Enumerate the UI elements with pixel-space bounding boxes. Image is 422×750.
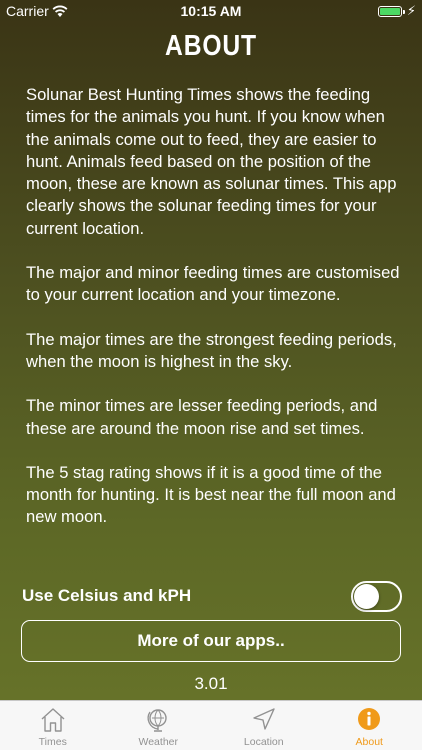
celsius-setting-label: Use Celsius and kPH [22, 586, 192, 605]
page-title: ABOUT [165, 30, 257, 62]
about-paragraph: Solunar Best Hunting Times shows the fee… [26, 85, 397, 238]
tab-about[interactable]: About [317, 701, 422, 750]
celsius-toggle[interactable] [351, 581, 402, 612]
version-label: 3.01 [194, 674, 228, 693]
tab-label: Weather [138, 736, 179, 748]
charging-icon: ⚡ [406, 3, 416, 18]
house-icon [41, 708, 65, 732]
info-icon [358, 708, 381, 730]
tab-times[interactable]: Times [0, 701, 106, 750]
location-arrow-icon [253, 708, 275, 730]
about-paragraph: The 5 stag rating shows if it is a good … [26, 462, 396, 527]
tab-location[interactable]: Location [211, 701, 317, 750]
status-bar: Carrier 10:15 AM ⚡ [0, 0, 422, 22]
tab-label: About [355, 736, 383, 748]
battery-icon [378, 6, 405, 17]
more-apps-button[interactable]: More of our apps.. [21, 620, 401, 662]
tab-label: Location [243, 736, 284, 748]
about-paragraph: The minor times are lesser feeding perio… [26, 396, 378, 438]
tab-weather[interactable]: Weather [106, 701, 212, 750]
tab-bar: Times Weather Location About [0, 700, 422, 750]
status-time: 10:15 AM [180, 3, 242, 19]
globe-icon [147, 709, 167, 732]
toggle-knob [354, 584, 379, 609]
tab-label: Times [38, 736, 67, 748]
about-text: Solunar Best Hunting Times shows the fee… [26, 84, 401, 551]
about-paragraph: The major times are the strongest feedin… [26, 329, 397, 371]
about-paragraph: The major and minor feeding times are cu… [26, 263, 400, 305]
